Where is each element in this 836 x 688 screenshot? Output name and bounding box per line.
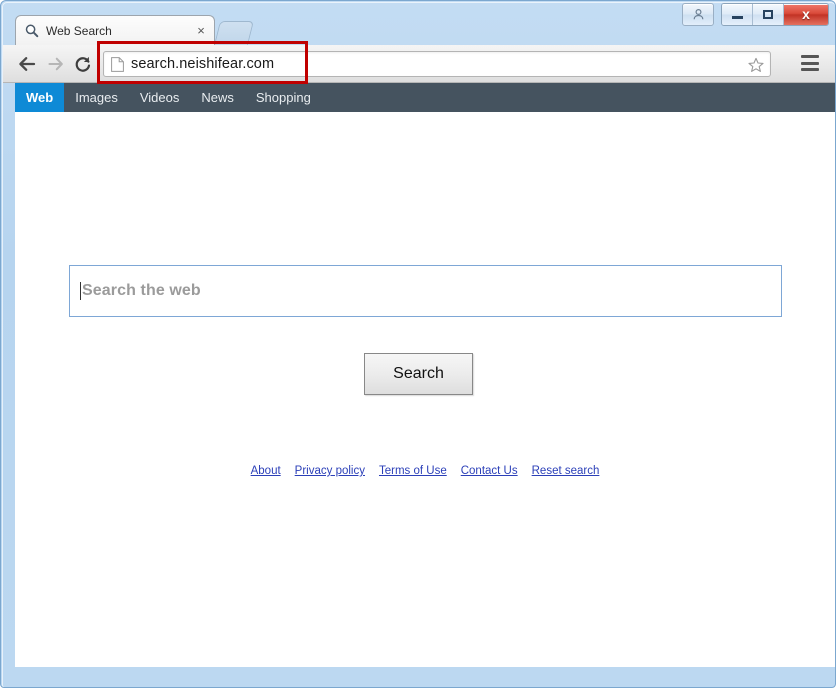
- search-input[interactable]: Search the web: [69, 265, 782, 317]
- menu-line-2: [801, 61, 819, 65]
- site-nav-label: Videos: [139, 90, 180, 105]
- menu-line-3: [801, 68, 819, 71]
- text-cursor: [80, 282, 81, 300]
- site-nav-item-web[interactable]: Web: [15, 83, 65, 112]
- footer-link-privacy-policy[interactable]: Privacy policy: [295, 465, 365, 477]
- footer-link-reset-search[interactable]: Reset search: [532, 465, 600, 477]
- footer-link-contact-us[interactable]: Contact Us: [461, 465, 518, 477]
- site-nav-label: Shopping: [255, 90, 311, 105]
- reload-button[interactable]: [69, 50, 97, 78]
- new-tab-button[interactable]: [214, 21, 254, 45]
- address-bar-url: search.neishifear.com: [131, 56, 275, 72]
- search-input-placeholder: Search the web: [82, 282, 201, 299]
- reload-icon: [75, 56, 91, 72]
- site-nav-label: Images: [75, 90, 118, 105]
- title-bar: x Web Search ×: [1, 1, 835, 45]
- back-arrow-icon: [18, 56, 35, 71]
- forward-arrow-icon: [47, 57, 63, 70]
- page-document-icon: [111, 56, 124, 72]
- address-bar[interactable]: search.neishifear.com: [103, 51, 771, 77]
- star-icon[interactable]: [748, 57, 764, 73]
- back-button[interactable]: [13, 50, 41, 78]
- search-magnifier-icon: [25, 24, 39, 37]
- search-button-label: Search: [393, 365, 444, 382]
- page-viewport: Web Images Videos News Shopping Search t…: [15, 83, 835, 667]
- tab-close-icon[interactable]: ×: [194, 24, 208, 37]
- footer-links: About Privacy policy Terms of Use Contac…: [15, 465, 835, 477]
- forward-button[interactable]: [41, 50, 69, 78]
- site-nav-item-images[interactable]: Images: [64, 83, 129, 112]
- site-nav-label: News: [201, 90, 234, 105]
- browser-window: x Web Search × search.neishifear.com Web…: [0, 0, 836, 688]
- site-nav-item-videos[interactable]: Videos: [129, 83, 191, 112]
- footer-link-about[interactable]: About: [251, 465, 281, 477]
- site-nav-item-shopping[interactable]: Shopping: [245, 83, 322, 112]
- site-nav-bar: Web Images Videos News Shopping: [15, 83, 835, 112]
- browser-tab[interactable]: Web Search ×: [15, 15, 215, 45]
- browser-menu-button[interactable]: [801, 55, 819, 71]
- menu-line-1: [801, 55, 819, 58]
- site-nav-label: Web: [26, 90, 54, 105]
- tab-strip: Web Search ×: [1, 15, 835, 45]
- footer-link-terms-of-use[interactable]: Terms of Use: [379, 465, 447, 477]
- tab-title: Web Search: [46, 23, 112, 38]
- site-nav-item-news[interactable]: News: [190, 83, 245, 112]
- search-button[interactable]: Search: [364, 353, 473, 395]
